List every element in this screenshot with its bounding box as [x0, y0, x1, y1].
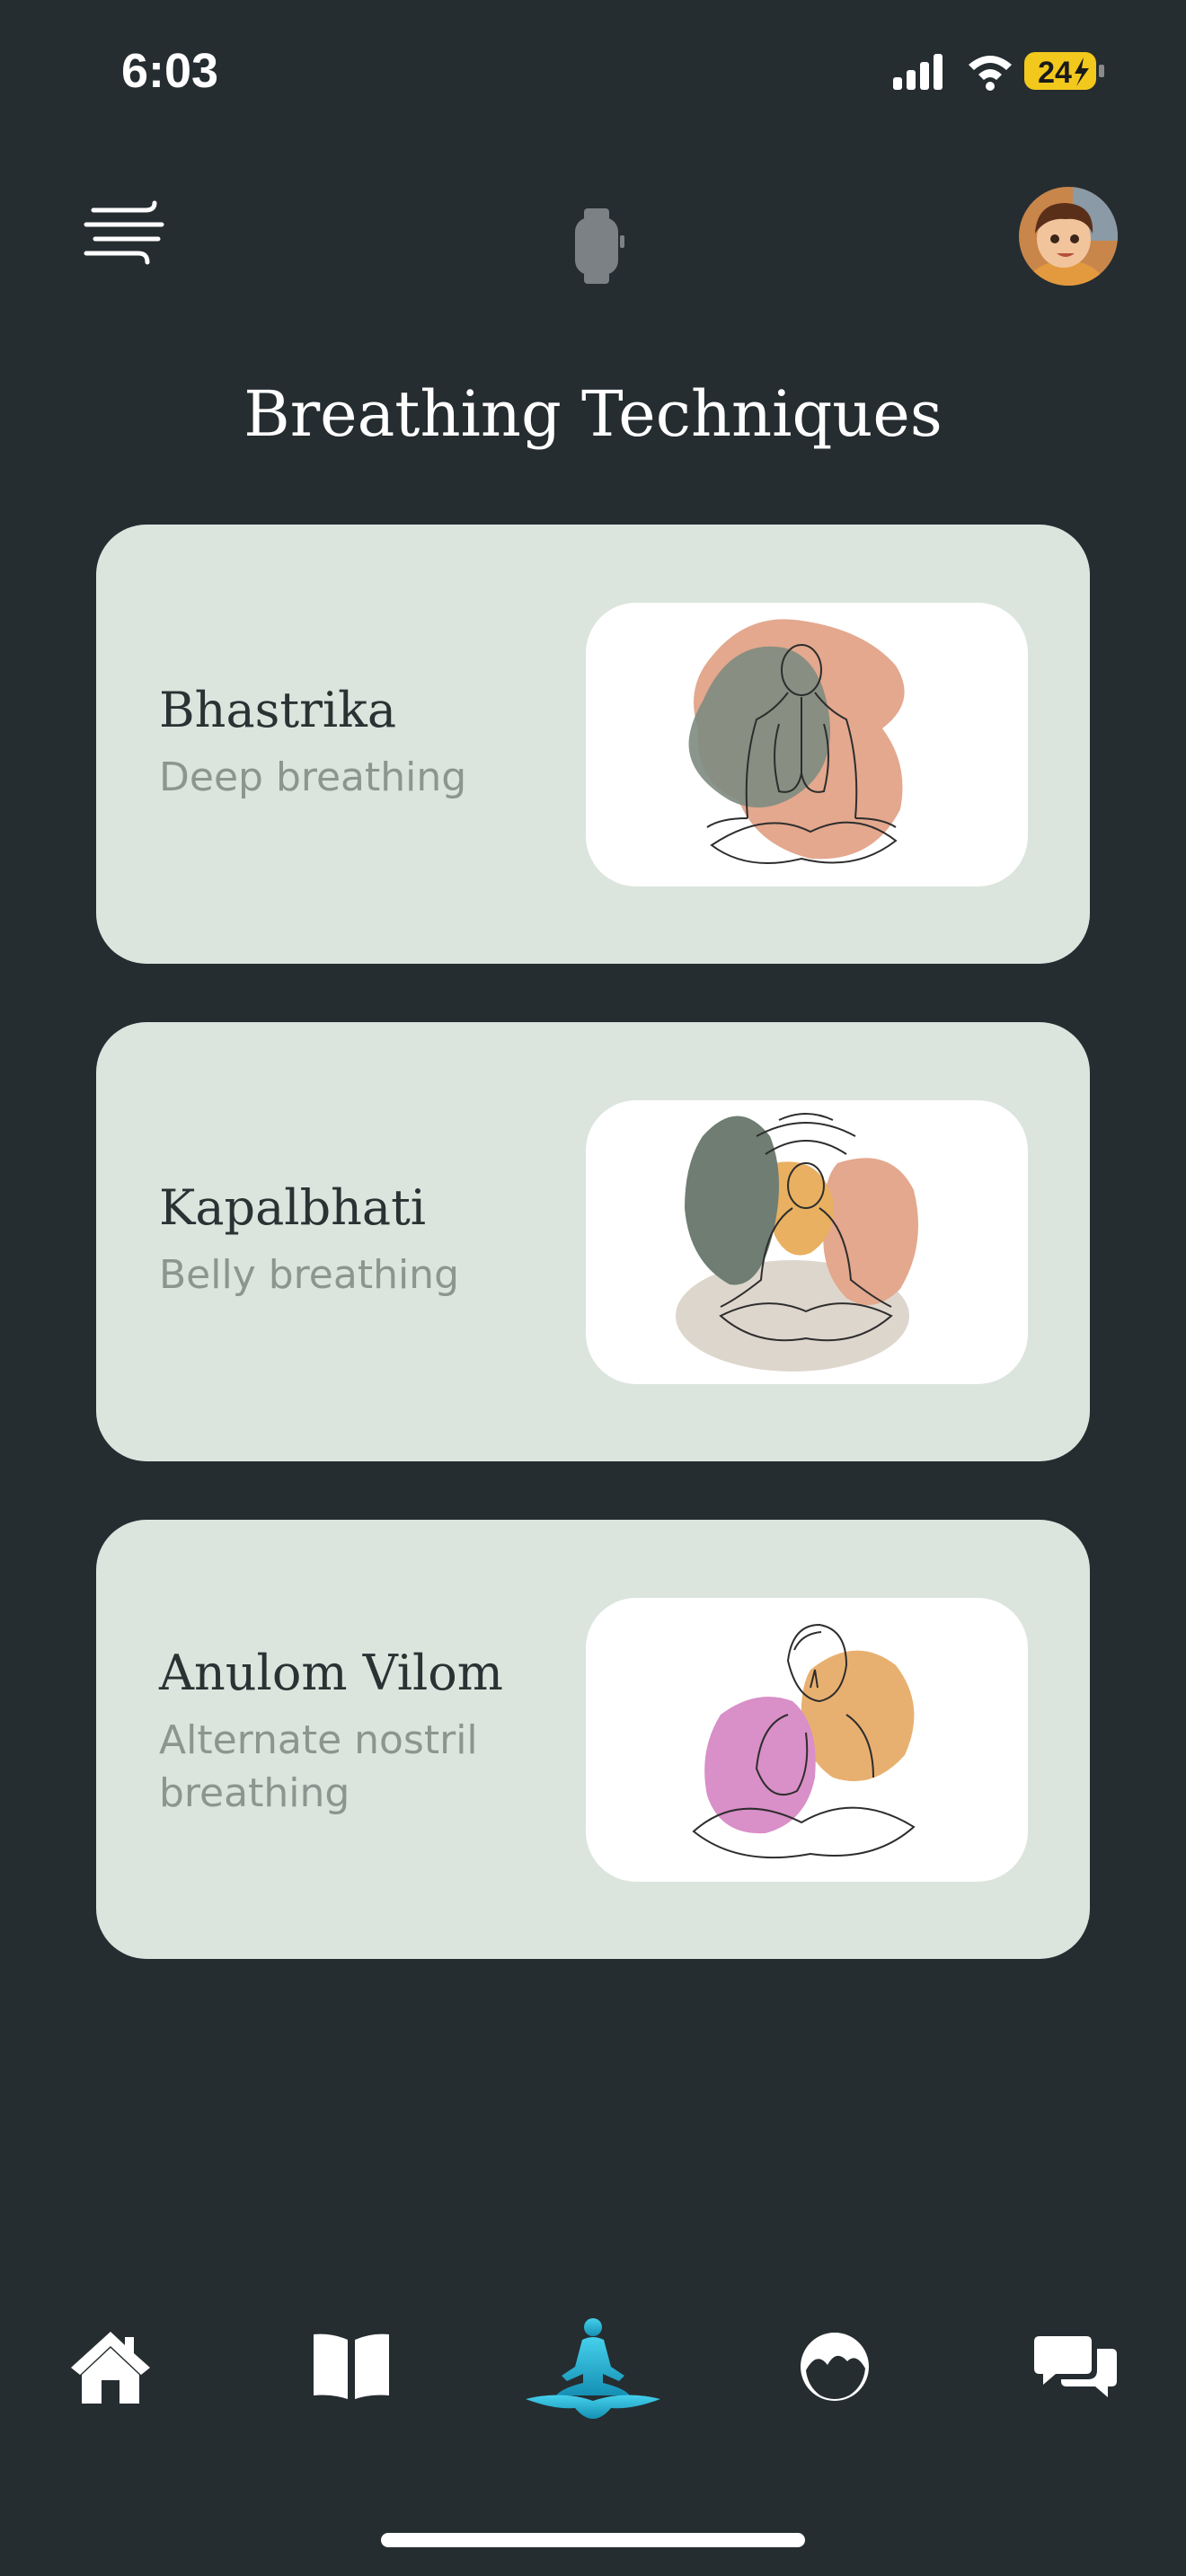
status-icons: 24 — [893, 50, 1109, 95]
status-time: 6:03 — [121, 44, 219, 98]
avatar[interactable] — [1019, 187, 1118, 286]
wind-lines-icon — [84, 200, 164, 265]
technique-card-kapalbhati[interactable]: Kapalbhati Belly breathing — [96, 1022, 1090, 1461]
technique-title: Bhastrika — [159, 682, 397, 738]
technique-card-bhastrika[interactable]: Bhastrika Deep breathing — [96, 525, 1090, 964]
breathing-menu-button[interactable] — [83, 198, 173, 269]
home-indicator — [381, 2533, 805, 2547]
technique-card-anulom-vilom[interactable]: Anulom Vilom Alternate nostril breathing — [96, 1520, 1090, 1959]
battery-level: 24 — [1038, 56, 1072, 90]
home-icon — [71, 2332, 150, 2404]
tab-library[interactable] — [284, 2299, 419, 2434]
battery-icon: 24 — [1024, 52, 1104, 90]
wifi-icon — [969, 56, 1012, 91]
technique-subtitle: Belly breathing — [159, 1252, 459, 1299]
book-icon — [314, 2333, 389, 2399]
technique-illustration-anulom-vilom — [586, 1598, 1028, 1882]
technique-illustration-bhastrika — [586, 603, 1028, 887]
page-title: Breathing Techniques — [243, 377, 943, 451]
tab-community[interactable] — [1008, 2299, 1143, 2434]
tab-sleep[interactable] — [767, 2299, 902, 2434]
chat-icon — [1034, 2336, 1117, 2397]
moon-icon — [801, 2333, 869, 2401]
status-bar: 6:03 24 — [0, 0, 1186, 153]
signal-icon — [893, 54, 943, 90]
tab-home[interactable] — [43, 2299, 178, 2434]
technique-title: Kapalbhati — [159, 1179, 427, 1236]
watch-button[interactable] — [568, 208, 625, 284]
tab-breathing[interactable] — [526, 2299, 660, 2434]
tab-bar — [0, 2299, 1186, 2434]
technique-subtitle: Deep breathing — [159, 754, 467, 801]
technique-subtitle: Alternate nostril breathing — [159, 1717, 478, 1817]
watch-icon — [575, 208, 624, 284]
meditation-icon — [526, 2318, 660, 2419]
technique-illustration-kapalbhati — [586, 1100, 1028, 1384]
technique-title: Anulom Vilom — [159, 1645, 504, 1701]
